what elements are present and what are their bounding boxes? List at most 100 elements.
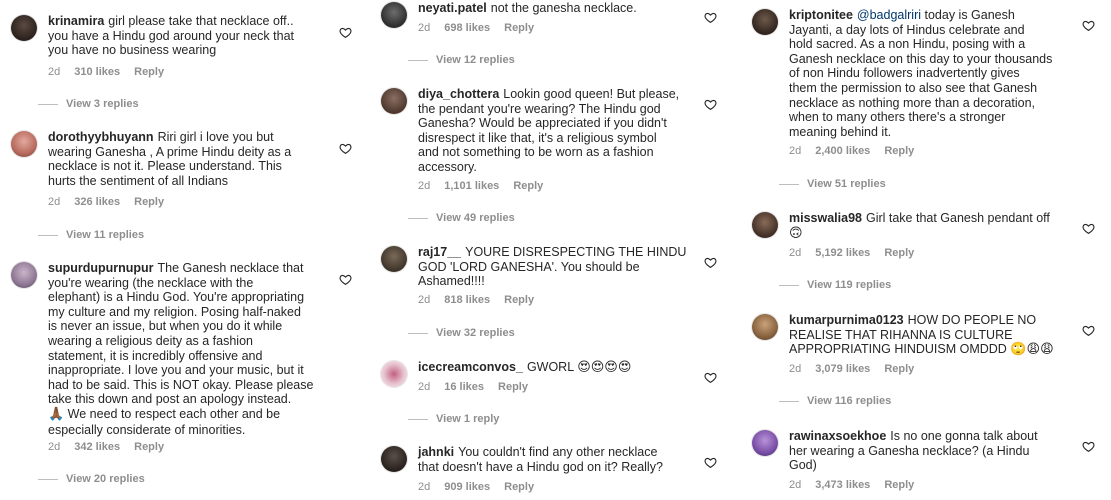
view-replies-button[interactable]: View 49 replies	[408, 212, 515, 224]
reply-button[interactable]: Reply	[134, 441, 164, 453]
mention-link[interactable]: @badgalriri	[857, 8, 921, 22]
timestamp: 2d	[789, 145, 802, 157]
reply-button[interactable]: Reply	[884, 479, 914, 491]
comment-text: kumarpurnima0123 HOW DO PEOPLE NO REALISE…	[789, 313, 1073, 358]
view-replies-button[interactable]: View 12 replies	[408, 54, 515, 66]
comment-text: krinamira girl please take that necklace …	[48, 14, 324, 58]
like-count[interactable]: 818 likes	[444, 294, 490, 306]
view-replies-button[interactable]: View 51 replies	[779, 178, 886, 190]
comment-meta: 2d 5,192 likes Reply	[789, 247, 914, 259]
username[interactable]: supurdupurnupur	[48, 261, 154, 275]
comment-meta: 2d 818 likes Reply	[418, 294, 534, 306]
like-count[interactable]: 5,192 likes	[815, 247, 870, 259]
like-count[interactable]: 909 likes	[444, 481, 490, 493]
like-heart-icon[interactable]	[339, 142, 352, 155]
reply-button[interactable]: Reply	[504, 294, 534, 306]
username[interactable]: icecreamconvos_	[418, 360, 523, 374]
like-count[interactable]: 310 likes	[74, 66, 120, 78]
view-replies-button[interactable]: View 11 replies	[38, 229, 144, 241]
view-replies-label: View 51 replies	[807, 178, 886, 190]
avatar[interactable]	[380, 87, 408, 115]
comment-meta: 2d 909 likes Reply	[418, 481, 534, 493]
avatar[interactable]	[751, 211, 779, 239]
timestamp: 2d	[48, 441, 61, 453]
like-heart-icon[interactable]	[1082, 440, 1095, 453]
view-replies-button[interactable]: View 20 replies	[38, 473, 145, 485]
avatar[interactable]	[380, 1, 408, 29]
comment-meta: 2d 3,079 likes Reply	[789, 363, 914, 375]
avatar[interactable]	[10, 14, 38, 42]
folded-hands-emoji: 🙏🏾	[48, 406, 65, 422]
avatar[interactable]	[751, 313, 779, 341]
view-replies-button[interactable]: View 119 replies	[779, 279, 891, 291]
reply-button[interactable]: Reply	[134, 196, 164, 208]
timestamp: 2d	[418, 294, 431, 306]
like-count[interactable]: 326 likes	[74, 196, 120, 208]
like-heart-icon[interactable]	[704, 371, 717, 384]
avatar[interactable]	[751, 429, 779, 457]
like-count[interactable]: 2,400 likes	[815, 145, 870, 157]
reply-button[interactable]: Reply	[504, 481, 534, 493]
like-heart-icon[interactable]	[339, 26, 352, 39]
like-count[interactable]: 698 likes	[444, 22, 490, 34]
like-count[interactable]: 1,101 likes	[444, 180, 499, 192]
divider-line	[408, 332, 428, 334]
username[interactable]: rawinaxsoekhoe	[789, 429, 886, 443]
reply-button[interactable]: Reply	[134, 66, 164, 78]
like-heart-icon[interactable]	[704, 98, 717, 111]
comment-meta: 2d 1,101 likes Reply	[418, 180, 543, 192]
avatar[interactable]	[10, 261, 38, 289]
comment-meta: 2d 3,473 likes Reply	[789, 479, 914, 491]
avatar[interactable]	[380, 445, 408, 473]
like-heart-icon[interactable]	[1082, 324, 1095, 337]
divider-line	[38, 478, 58, 480]
reply-button[interactable]: Reply	[884, 363, 914, 375]
divider-line	[408, 59, 428, 61]
reply-button[interactable]: Reply	[504, 22, 534, 34]
avatar[interactable]	[751, 8, 779, 36]
comment-text: misswalia98 Girl take that Ganesh pendant…	[789, 211, 1073, 241]
comment-body: not the ganesha necklace.	[490, 1, 637, 15]
heart-eyes-emoji: 😍😍😍😍	[577, 360, 632, 375]
like-heart-icon[interactable]	[1082, 19, 1095, 32]
username[interactable]: kumarpurnima0123	[789, 313, 904, 327]
eye-roll-emoji: 🙄😩😩	[1010, 342, 1054, 358]
reply-button[interactable]: Reply	[884, 247, 914, 259]
divider-line	[38, 103, 58, 105]
reply-button[interactable]: Reply	[513, 180, 543, 192]
like-count[interactable]: 342 likes	[74, 441, 120, 453]
view-replies-button[interactable]: View 116 replies	[779, 395, 891, 407]
like-heart-icon[interactable]	[339, 273, 352, 286]
username[interactable]: dorothyybhuyann	[48, 130, 154, 144]
like-heart-icon[interactable]	[704, 256, 717, 269]
view-replies-button[interactable]: View 1 reply	[408, 413, 499, 425]
avatar[interactable]	[10, 130, 38, 158]
avatar[interactable]	[380, 245, 408, 273]
like-heart-icon[interactable]	[704, 11, 717, 24]
divider-line	[408, 217, 428, 219]
username[interactable]: diya_chottera	[418, 87, 499, 101]
username[interactable]: jahnki	[418, 445, 454, 459]
username[interactable]: misswalia98	[789, 211, 862, 225]
like-count[interactable]: 3,079 likes	[815, 363, 870, 375]
like-heart-icon[interactable]	[704, 456, 717, 469]
reply-button[interactable]: Reply	[884, 145, 914, 157]
like-count[interactable]: 3,473 likes	[815, 479, 870, 491]
comment-text: diya_chottera Lookin good queen! But plea…	[418, 87, 695, 175]
view-replies-button[interactable]: View 3 replies	[38, 98, 139, 110]
like-heart-icon[interactable]	[1082, 222, 1095, 235]
comment-body-tail: We need to respect each other and be esp…	[48, 406, 281, 437]
avatar[interactable]	[380, 360, 408, 388]
view-replies-label: View 49 replies	[436, 212, 515, 224]
reply-button[interactable]: Reply	[498, 381, 528, 393]
like-count[interactable]: 16 likes	[444, 381, 484, 393]
comment-text: raj17__ YOURE DISRESPECTING THE HINDU GOD…	[418, 245, 695, 289]
view-replies-label: View 32 replies	[436, 327, 515, 339]
comment-meta: 2d 2,400 likes Reply	[789, 145, 914, 157]
username[interactable]: krinamira	[48, 14, 104, 28]
comment-meta: 2d 342 likes Reply	[48, 441, 164, 453]
view-replies-button[interactable]: View 32 replies	[408, 327, 515, 339]
username[interactable]: raj17__	[418, 245, 461, 259]
username[interactable]: kriptonitee	[789, 8, 853, 22]
username[interactable]: neyati.patel	[418, 1, 487, 15]
